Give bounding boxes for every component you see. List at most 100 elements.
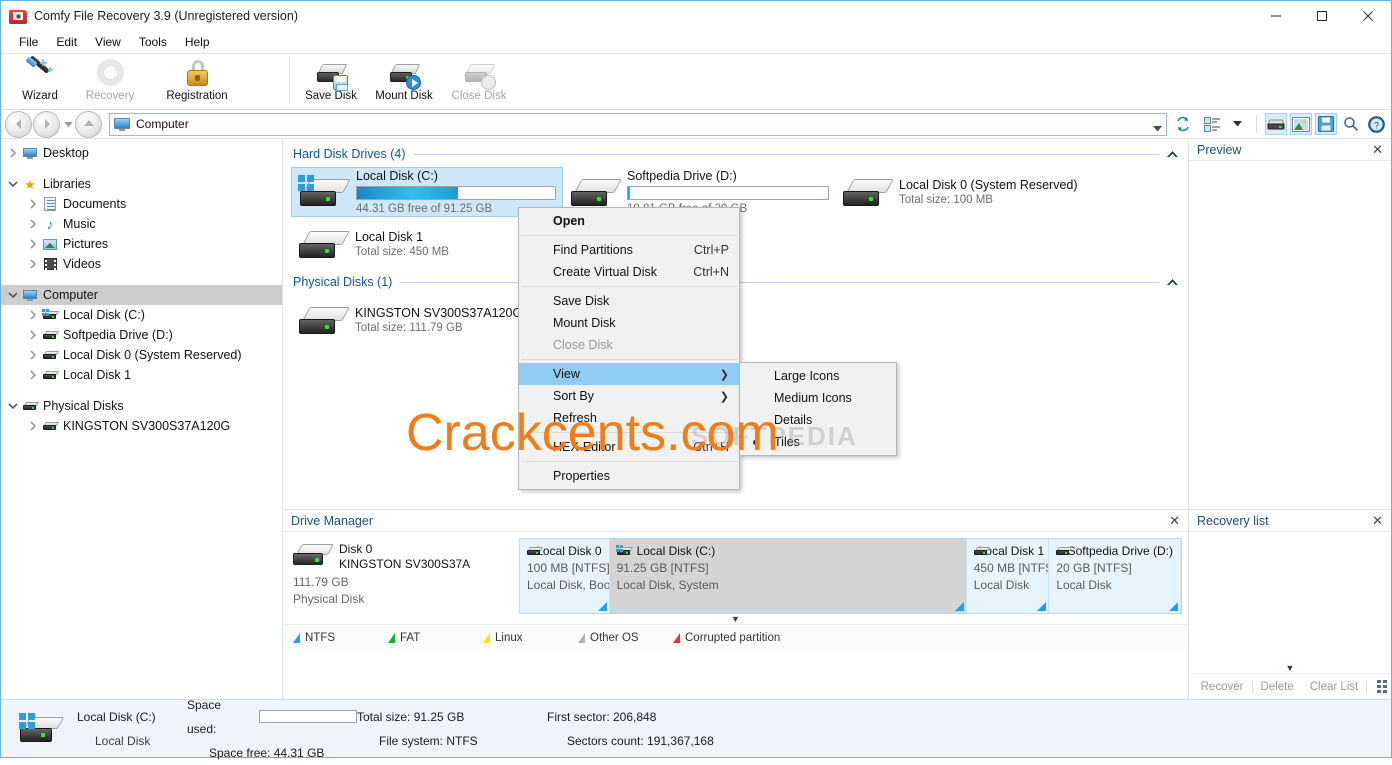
sidebar-item-local-disk-0-system-reserved[interactable]: Local Disk 0 (System Reserved) [1, 345, 282, 365]
close-button[interactable] [1345, 1, 1391, 31]
close-disk-icon [463, 57, 496, 90]
context-menu-item-refresh[interactable]: Refresh [519, 407, 739, 429]
chevron-right-icon[interactable] [25, 421, 41, 431]
partition-block[interactable]: Local Disk 0 100 MB [NTFS] Local Disk, Boo… [520, 539, 610, 613]
clear-list-button[interactable]: Clear List [1302, 681, 1367, 693]
view-submenu[interactable]: Large Icons Medium Icons Details Tiles [739, 362, 897, 456]
menu-help[interactable]: Help [176, 33, 219, 51]
context-menu-item-sort-by[interactable]: Sort By ❯ [519, 385, 739, 407]
list-columns-icon[interactable] [1377, 680, 1388, 693]
maximize-button[interactable] [1299, 1, 1345, 31]
save-button[interactable] [1315, 113, 1337, 135]
toolbar-close-disk-button[interactable]: Close Disk [442, 54, 516, 109]
context-menu-item-create-virtual-disk[interactable]: Create Virtual Disk Ctrl+N [519, 261, 739, 283]
menu-view[interactable]: View [86, 33, 130, 51]
toolbar-recovery-button[interactable]: Recovery [75, 54, 145, 109]
sidebar-item-physical-disks[interactable]: Physical Disks [1, 396, 282, 416]
sidebar-item-local-disk-c[interactable]: Local Disk (C:) [1, 305, 282, 325]
toolbar-save-disk-button[interactable]: Save Disk [296, 54, 366, 109]
view-submenu-item-tiles[interactable]: Tiles [740, 431, 896, 453]
collapse-chevron-icon[interactable] [1167, 150, 1178, 158]
menu-item-label: Save Disk [553, 294, 610, 308]
sidebar-item-kingston-sv300s37a120g[interactable]: KINGSTON SV300S37A120G [1, 416, 282, 436]
chevron-right-icon[interactable] [25, 310, 41, 320]
sidebar-item-desktop[interactable]: Desktop [1, 143, 282, 163]
sidebar-item-music[interactable]: ♪ Music [1, 214, 282, 234]
drive-tile[interactable]: Local Disk 0 (System Reserved) Total size… [835, 167, 1107, 217]
chevron-right-icon[interactable] [25, 199, 41, 209]
partition-block[interactable]: Local Disk 1 450 MB [NTFS] Local Disk [967, 539, 1050, 613]
chevron-right-icon[interactable] [5, 148, 21, 158]
toolbar-registration-button[interactable]: Registration [145, 54, 249, 109]
context-menu[interactable]: Open Find Partitions Ctrl+P Create Virtual … [518, 207, 740, 490]
chevron-down-icon[interactable] [5, 291, 21, 299]
back-button[interactable] [5, 110, 32, 138]
chevron-right-icon[interactable] [25, 370, 41, 380]
lock-icon [181, 57, 213, 89]
forward-button[interactable] [33, 110, 60, 138]
menu-tools[interactable]: Tools [130, 33, 176, 51]
context-menu-item-properties[interactable]: Properties [519, 465, 739, 487]
recover-button[interactable]: Recover [1193, 681, 1252, 693]
sidebar-item-pictures[interactable]: Pictures [1, 234, 282, 254]
close-icon[interactable]: ✕ [1169, 513, 1180, 529]
close-icon[interactable]: ✕ [1372, 513, 1383, 529]
legend-label: Corrupted partition [685, 631, 781, 644]
view-submenu-item-details[interactable]: Details [740, 409, 896, 431]
view-options-chevron[interactable] [1226, 113, 1248, 135]
context-menu-item-find-partitions[interactable]: Find Partitions Ctrl+P [519, 239, 739, 261]
panel-resize-handle[interactable]: ▼ [283, 614, 1188, 624]
up-button[interactable] [75, 110, 102, 138]
view-submenu-item-large-icons[interactable]: Large Icons [740, 365, 896, 387]
menu-edit[interactable]: Edit [47, 33, 86, 51]
chevron-right-icon[interactable] [25, 259, 41, 269]
close-icon[interactable]: ✕ [1372, 142, 1383, 158]
context-menu-item-mount-disk[interactable]: Mount Disk [519, 312, 739, 334]
context-menu-item-close-disk[interactable]: Close Disk [519, 334, 739, 356]
partition-block[interactable]: Local Disk (C:) 91.25 GB [NTFS] Local Disk… [609, 539, 967, 613]
partition-map[interactable]: Local Disk 0 100 MB [NTFS] Local Disk, Boo… [519, 538, 1182, 614]
toolbar-mount-disk-button[interactable]: Mount Disk [366, 54, 442, 109]
chevron-right-icon[interactable] [25, 219, 41, 229]
chevron-right-icon[interactable] [25, 330, 41, 340]
delete-button[interactable]: Delete [1253, 681, 1302, 693]
navigation-tree[interactable]: Desktop ★ Libraries Documents ♪ Music Pictures… [1, 139, 283, 699]
minimize-button[interactable] [1253, 1, 1299, 31]
chevron-down-icon[interactable] [5, 402, 21, 410]
context-menu-item-save-disk[interactable]: Save Disk [519, 290, 739, 312]
sidebar-item-label: Documents [63, 197, 127, 211]
view-options-button[interactable] [1201, 113, 1223, 135]
partition-size: 100 MB [NTFS] [527, 561, 610, 575]
preview-panel-toggle-button[interactable] [1290, 113, 1312, 135]
address-input[interactable]: Computer [109, 112, 1167, 136]
history-dropdown-icon[interactable] [61, 121, 75, 128]
sidebar-item-libraries[interactable]: ★ Libraries [1, 174, 282, 194]
toolbar-wizard-button[interactable]: Wizard [5, 54, 75, 109]
sidebar-item-videos[interactable]: Videos [1, 254, 282, 274]
recovery-resize-handle[interactable]: ▼ [1189, 663, 1391, 673]
chevron-right-icon[interactable] [25, 350, 41, 360]
collapse-chevron-icon[interactable] [1167, 278, 1178, 286]
sidebar-item-computer[interactable]: Computer [1, 285, 282, 305]
disk-icon [527, 547, 543, 555]
view-submenu-item-medium-icons[interactable]: Medium Icons [740, 387, 896, 409]
status-sectors-count: Sectors count: 191,367,168 [567, 733, 714, 748]
refresh-button[interactable] [1171, 116, 1195, 132]
chevron-right-icon[interactable] [25, 239, 41, 249]
chevron-down-icon[interactable] [1153, 121, 1162, 135]
partition-block[interactable]: Softpedia Drive (D:) 20 GB [NTFS] Local Di… [1049, 539, 1181, 613]
context-menu-item-hex-editor[interactable]: HEX-Editor Ctrl+H [519, 436, 739, 458]
sidebar-item-softpedia-drive-d[interactable]: Softpedia Drive (D:) [1, 325, 282, 345]
context-menu-item-open[interactable]: Open [519, 210, 739, 232]
context-menu-item-view[interactable]: View ❯ [519, 363, 739, 385]
menu-file[interactable]: File [10, 33, 47, 51]
help-button[interactable]: ? [1365, 113, 1387, 135]
sidebar-item-local-disk-1[interactable]: Local Disk 1 [1, 365, 282, 385]
search-button[interactable] [1340, 113, 1362, 135]
recovery-list-body[interactable] [1189, 532, 1391, 663]
wand-icon [24, 55, 56, 89]
sidebar-item-documents[interactable]: Documents [1, 194, 282, 214]
chevron-down-icon[interactable] [5, 180, 21, 188]
drive-panel-toggle-button[interactable] [1265, 113, 1287, 135]
